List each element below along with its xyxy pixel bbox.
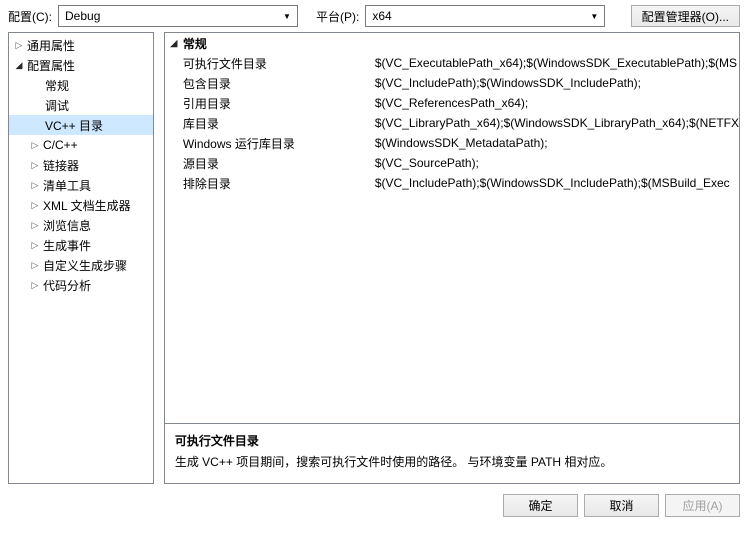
expand-icon: ▷ [29,239,41,251]
tree-item-label: 浏览信息 [43,217,91,234]
prop-row[interactable]: Windows 运行库目录 $(WindowsSDK_MetadataPath)… [165,133,739,153]
prop-label: 可执行文件目录 [165,55,373,72]
tree-item-label: 配置属性 [27,57,75,74]
prop-row[interactable]: 库目录 $(VC_LibraryPath_x64);$(WindowsSDK_L… [165,113,739,133]
ok-button[interactable]: 确定 [503,494,578,517]
description-text: 生成 VC++ 项目期间，搜索可执行文件时使用的路径。 与环境变量 PATH 相… [175,453,729,470]
tree-item-label: 自定义生成步骤 [43,257,127,274]
tree-item-label: 常规 [45,77,69,94]
tree-manifest-tool[interactable]: ▷ 清单工具 [9,175,153,195]
prop-label: 源目录 [165,155,373,172]
tree-config-properties[interactable]: ◢ 配置属性 [9,55,153,75]
prop-category-label: 常规 [183,35,207,52]
tree-item-label: C/C++ [43,138,78,152]
tree-item-label: 调试 [45,97,69,114]
tree-item-label: VC++ 目录 [45,117,103,134]
chevron-down-icon: ▼ [279,7,295,25]
tree-debug[interactable]: 调试 [9,95,153,115]
tree-common-properties[interactable]: ▷ 通用属性 [9,35,153,55]
config-combo-value: Debug [65,9,100,23]
prop-row[interactable]: 排除目录 $(VC_IncludePath);$(WindowsSDK_Incl… [165,173,739,193]
platform-combo[interactable]: x64 ▼ [365,5,605,27]
prop-label: Windows 运行库目录 [165,135,373,152]
prop-value[interactable]: $(VC_ReferencesPath_x64); [373,96,739,110]
expand-icon: ▷ [29,259,41,271]
tree-custom-build-step[interactable]: ▷ 自定义生成步骤 [9,255,153,275]
prop-value[interactable]: $(VC_IncludePath);$(WindowsSDK_IncludePa… [373,76,739,90]
property-grid[interactable]: ◢ 常规 可执行文件目录 $(VC_ExecutablePath_x64);$(… [164,32,740,424]
tree-linker[interactable]: ▷ 链接器 [9,155,153,175]
tree-ccpp[interactable]: ▷ C/C++ [9,135,153,155]
prop-row[interactable]: 可执行文件目录 $(VC_ExecutablePath_x64);$(Windo… [165,53,739,73]
apply-button[interactable]: 应用(A) [665,494,740,517]
prop-value[interactable]: $(VC_ExecutablePath_x64);$(WindowsSDK_Ex… [373,56,739,70]
tree-item-label: 生成事件 [43,237,91,254]
tree-vcpp-dirs[interactable]: VC++ 目录 [9,115,153,135]
tree-item-label: 清单工具 [43,177,91,194]
prop-label: 包含目录 [165,75,373,92]
expand-icon: ▷ [29,279,41,291]
platform-label: 平台(P): [316,8,359,25]
config-combo[interactable]: Debug ▼ [58,5,298,27]
prop-category[interactable]: ◢ 常规 [165,33,739,53]
description-panel: 可执行文件目录 生成 VC++ 项目期间，搜索可执行文件时使用的路径。 与环境变… [164,424,740,484]
config-label: 配置(C): [8,8,52,25]
expand-icon: ▷ [29,179,41,191]
tree-general[interactable]: 常规 [9,75,153,95]
config-manager-button[interactable]: 配置管理器(O)... [631,5,740,27]
prop-value[interactable]: $(WindowsSDK_MetadataPath); [373,136,739,150]
description-title: 可执行文件目录 [175,432,729,449]
collapse-icon: ◢ [167,37,181,49]
collapse-icon: ◢ [13,59,25,71]
chevron-down-icon: ▼ [586,7,602,25]
tree-item-label: 通用属性 [27,37,75,54]
tree-item-label: 代码分析 [43,277,91,294]
prop-label: 库目录 [165,115,373,132]
prop-row[interactable]: 源目录 $(VC_SourcePath); [165,153,739,173]
expand-icon: ▷ [29,219,41,231]
prop-row[interactable]: 包含目录 $(VC_IncludePath);$(WindowsSDK_Incl… [165,73,739,93]
prop-value[interactable]: $(VC_SourcePath); [373,156,739,170]
expand-icon: ▷ [13,39,25,51]
expand-icon: ▷ [29,199,41,211]
expand-icon: ▷ [29,139,41,151]
prop-value[interactable]: $(VC_IncludePath);$(WindowsSDK_IncludePa… [373,176,739,190]
tree-item-label: 链接器 [43,157,79,174]
tree-item-label: XML 文档生成器 [43,197,131,214]
prop-row[interactable]: 引用目录 $(VC_ReferencesPath_x64); [165,93,739,113]
prop-label: 引用目录 [165,95,373,112]
tree-build-events[interactable]: ▷ 生成事件 [9,235,153,255]
tree-xml-doc-gen[interactable]: ▷ XML 文档生成器 [9,195,153,215]
property-tree[interactable]: ▷ 通用属性 ◢ 配置属性 常规 调试 VC++ 目录 ▷ C/C++ ▷ 链接… [8,32,154,484]
cancel-button[interactable]: 取消 [584,494,659,517]
prop-value[interactable]: $(VC_LibraryPath_x64);$(WindowsSDK_Libra… [373,116,739,130]
platform-combo-value: x64 [372,9,391,23]
tree-browse-info[interactable]: ▷ 浏览信息 [9,215,153,235]
tree-code-analysis[interactable]: ▷ 代码分析 [9,275,153,295]
prop-label: 排除目录 [165,175,373,192]
expand-icon: ▷ [29,159,41,171]
